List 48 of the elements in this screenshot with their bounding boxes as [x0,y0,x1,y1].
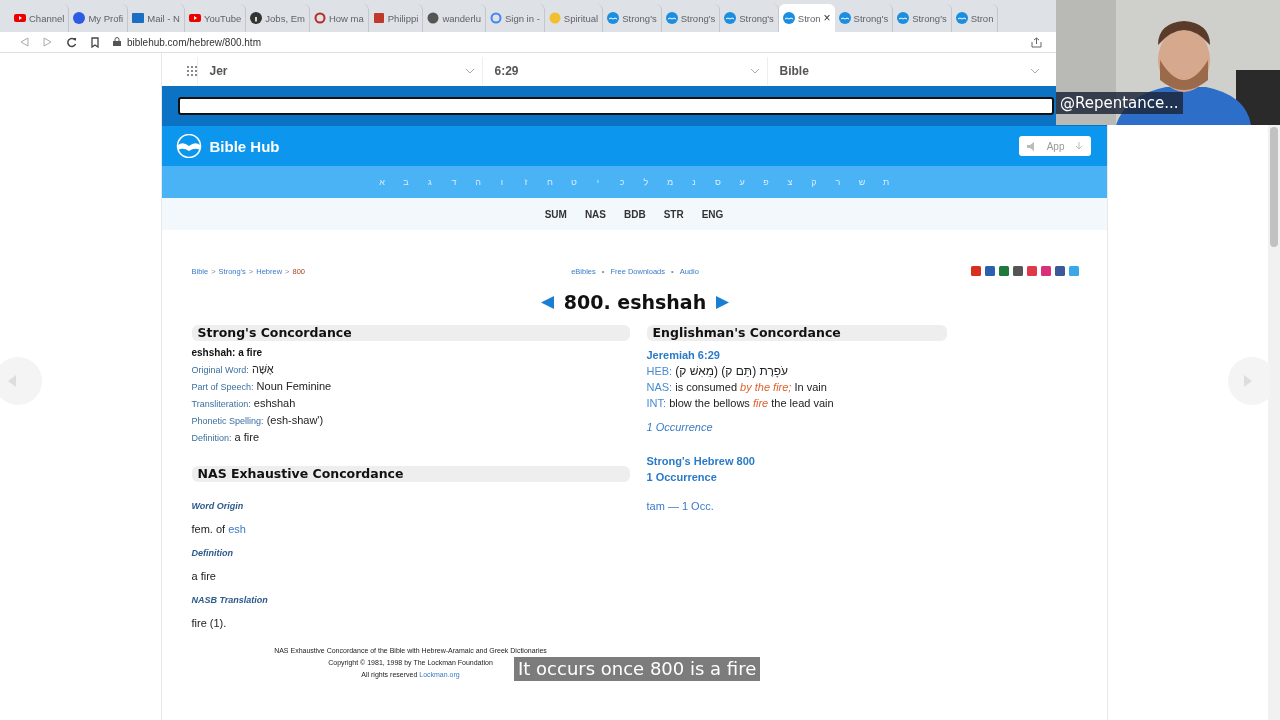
close-icon[interactable]: × [823,11,831,25]
section-heading: Englishman's Concordance [646,325,947,341]
definition-text: fem. of esh [191,523,247,535]
field-label: Transliteration: [191,399,251,409]
hebrew-text: עֹפָרֶת (תַּם ק) (מֵאִשׁ ק) [675,364,789,378]
subtitle-caption: It occurs once 800 is a fire [514,657,761,681]
field-value: eshshah [253,397,296,409]
translation-text: blow the bellows fire the lead vain [669,397,834,409]
line-label: NAS: [646,381,673,393]
translation-text: is consumed by the fire; In vain [675,381,827,393]
line-label: INT: [646,397,667,409]
section-tab[interactable]: BDB [624,208,646,220]
field-value: a fire [234,431,260,443]
section-tab[interactable]: ENG [701,208,724,220]
definition-text: fire (1). [191,617,228,629]
entry-title: 800. eshshah [563,291,707,313]
section-tab[interactable]: SUM [544,208,567,220]
participant-name: @Repentance... [1056,92,1183,114]
section-tab[interactable]: NAS [584,208,606,220]
line-label: HEB: [646,365,673,377]
word-count[interactable]: tam — 1 Occ. [646,500,947,512]
headword: eshshah: a fire [191,347,264,358]
field-label: Phonetic Spelling: [191,416,264,426]
browser-tab[interactable]: Stron × [778,4,835,32]
section-heading: Strong's Concordance [191,325,630,341]
occurrence-count[interactable]: 1 Occurrence [646,469,947,485]
field-label: Part of Speech: [191,382,254,392]
strongs-link[interactable]: Strong's Hebrew 800 [646,453,947,469]
field-value: (esh-shaw') [266,414,324,426]
subheading: Definition [191,548,234,558]
subheading: Word Origin [191,501,245,511]
field-label: Definition: [191,433,232,443]
dropdown[interactable]: Bible [766,57,1047,85]
word-link[interactable]: esh [228,523,246,535]
field-value: Noun Feminine [256,380,332,392]
section-heading: NAS Exhaustive Concordance [191,466,630,482]
url-text[interactable]: biblehub.com/hebrew/800.htm [127,36,261,48]
field-label: Original Word: [191,365,249,375]
verse-link[interactable]: Jeremiah 6:29 [646,347,947,363]
site-logo[interactable]: Bible Hub [209,137,280,155]
section-tab[interactable]: STR [663,208,684,220]
dropdown[interactable]: 6:29 [481,57,767,85]
subheading: NASB Translation [191,595,269,605]
field-value: אֶשָּׁה [251,363,274,375]
definition-text: a fire [191,570,217,582]
dropdown[interactable]: Jer [196,57,482,85]
app-button[interactable]: App [1018,136,1091,156]
occurrence-link[interactable]: 1 Occurrence [646,421,947,433]
